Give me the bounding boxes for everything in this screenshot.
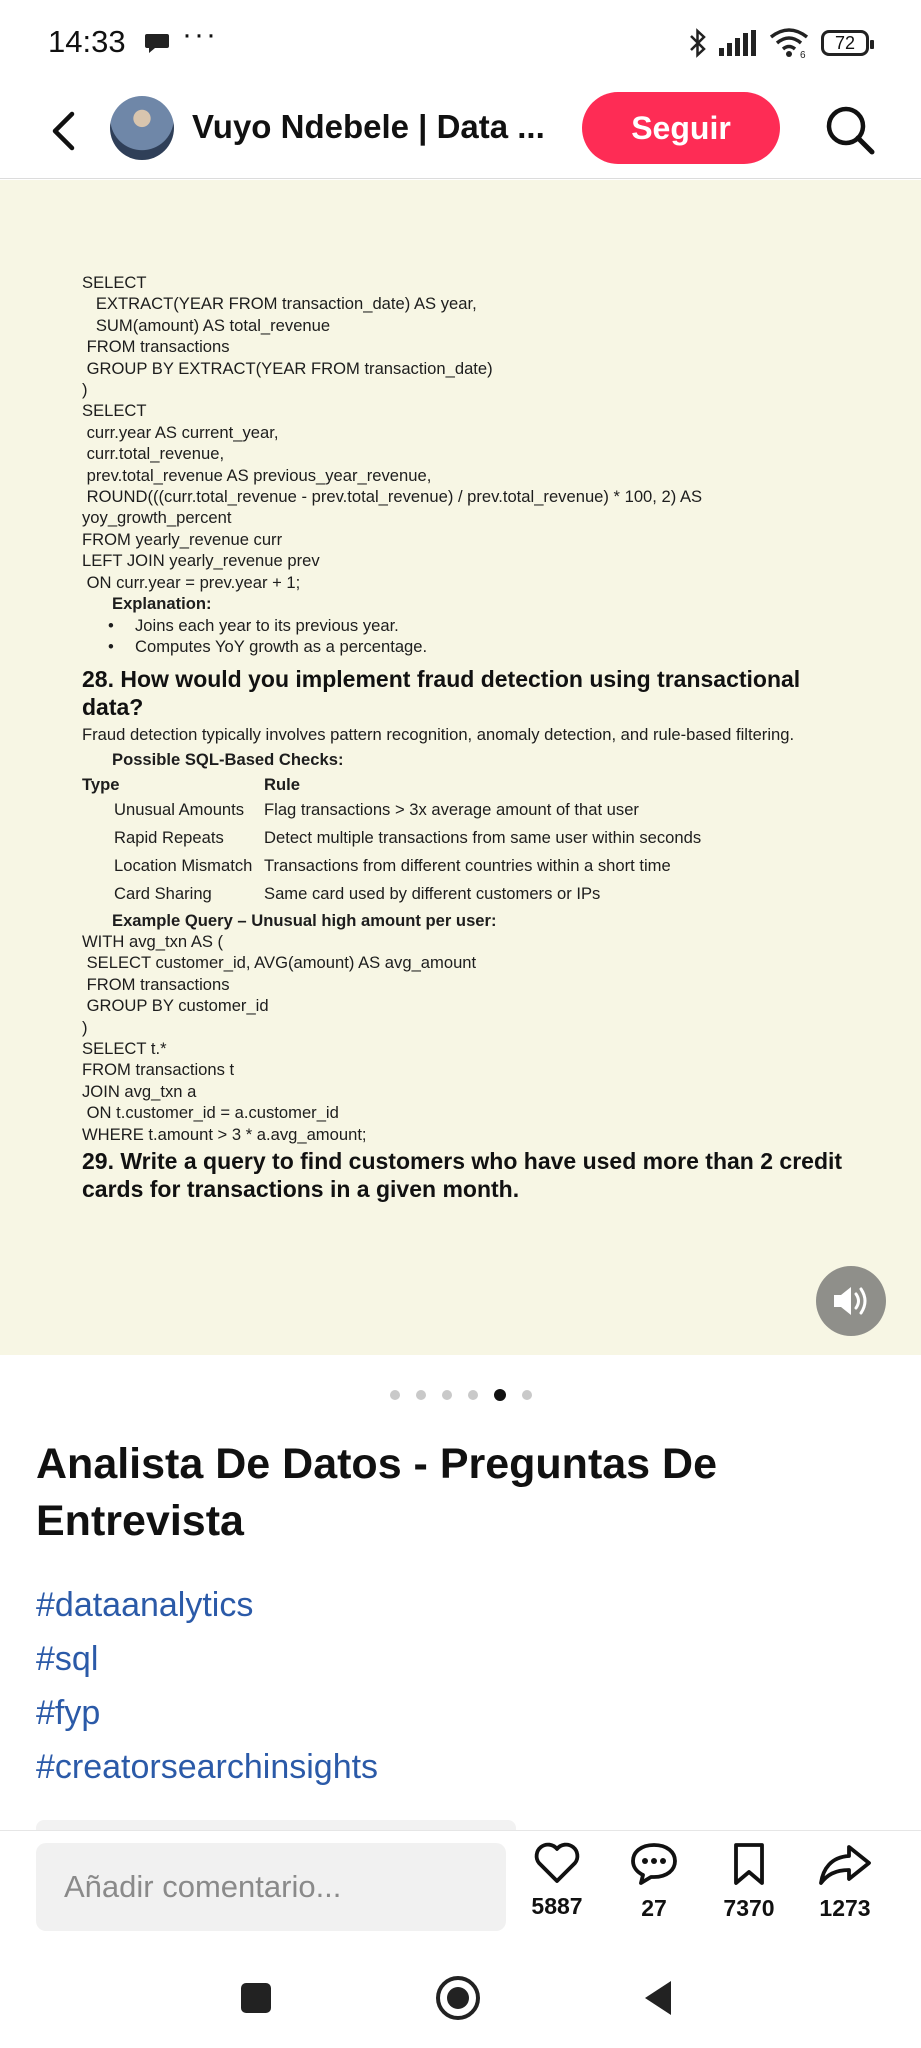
comment-button[interactable]: 27: [609, 1841, 699, 1922]
avatar[interactable]: [110, 96, 174, 160]
question-28-title: 28. How would you implement fraud detect…: [82, 666, 801, 721]
search-icon[interactable]: [822, 102, 878, 158]
back-button[interactable]: [632, 1972, 684, 2024]
hashtag-link[interactable]: #creatorsearchinsights: [36, 1740, 378, 1794]
share-arrow-icon: [819, 1845, 871, 1885]
question-29-title: 29. Write a query to find customers who …: [82, 1148, 843, 1202]
table-header: Type Rule: [82, 774, 862, 795]
recent-apps-button[interactable]: [230, 1972, 282, 2024]
back-arrow-icon[interactable]: [40, 106, 90, 156]
creator-name[interactable]: Vuyo Ndebele | Data ...: [192, 108, 545, 146]
network-type-label: 6: [800, 50, 806, 59]
row-rule: Same card used by different customers or…: [264, 883, 601, 903]
checks-label: Possible SQL-Based Checks:: [112, 749, 344, 769]
explanation-label: Explanation:: [112, 594, 212, 614]
row-type: Card Sharing: [114, 883, 212, 903]
row-type: Unusual Amounts: [114, 799, 245, 819]
example-label: Example Query – Unusual high amount per …: [112, 910, 497, 930]
pager-dot[interactable]: [521, 1390, 532, 1400]
home-button[interactable]: [432, 1972, 484, 2024]
heart-icon: [534, 1842, 580, 1883]
pager-dot[interactable]: [415, 1390, 426, 1400]
more-status-icon: ···: [182, 18, 218, 51]
action-bar: Añadir comentario... 5887 27 7370 1273: [0, 1830, 921, 1941]
question-28-intro: Fraud detection typically involves patte…: [82, 725, 795, 745]
system-navigation-bar: [0, 1950, 921, 2048]
message-icon: [145, 34, 169, 53]
row-type: Location Mismatch: [114, 855, 253, 875]
like-count: 5887: [531, 1893, 583, 1919]
comment-count: 27: [641, 1895, 667, 1921]
document-page: SELECT EXTRACT(YEAR FROM transaction_dat…: [82, 272, 862, 1206]
table-row: Card Sharing Same card used by different…: [82, 880, 862, 908]
wifi-icon: 6: [769, 28, 809, 59]
square-icon: [241, 1983, 271, 2013]
explanation-item: Computes YoY growth as a percentage.: [82, 636, 862, 658]
table-row: Rapid Repeats Detect multiple transactio…: [82, 824, 862, 852]
battery-level: 72: [834, 32, 856, 53]
follow-button[interactable]: Seguir: [582, 92, 780, 164]
speaker-icon: [834, 1287, 867, 1315]
sql-code-block-2: WITH avg_txn AS ( SELECT customer_id, AV…: [82, 931, 477, 1144]
pager-dot[interactable]: [467, 1390, 478, 1400]
table-row: Location Mismatch Transactions from diff…: [82, 852, 862, 880]
hashtag-link[interactable]: #dataanalytics: [36, 1578, 378, 1632]
post-image[interactable]: SELECT EXTRACT(YEAR FROM transaction_dat…: [0, 180, 921, 1355]
pager-dot[interactable]: [441, 1390, 452, 1400]
triangle-back-icon: [645, 1981, 671, 2015]
pager-dot[interactable]: [389, 1390, 400, 1400]
row-type: Rapid Repeats: [114, 827, 224, 847]
share-button[interactable]: 1273: [800, 1841, 890, 1922]
row-rule: Transactions from different countries wi…: [264, 855, 671, 875]
sound-button[interactable]: [816, 1266, 886, 1336]
comment-input[interactable]: Añadir comentario...: [36, 1843, 506, 1931]
battery-icon: 72: [821, 30, 874, 56]
column-header-rule: Rule: [264, 775, 300, 795]
like-button[interactable]: 5887: [512, 1841, 602, 1920]
explanation-item: Joins each year to its previous year.: [82, 615, 862, 637]
comment-bubble-icon: [631, 1843, 677, 1885]
save-button[interactable]: 7370: [704, 1841, 794, 1922]
signal-icon: [719, 30, 756, 56]
row-rule: Detect multiple transactions from same u…: [264, 827, 702, 847]
sql-code-block-1: SELECT EXTRACT(YEAR FROM transaction_dat…: [82, 273, 703, 592]
post-title: Analista De Datos - Preguntas De Entrevi…: [36, 1440, 718, 1545]
bluetooth-icon: [690, 28, 706, 58]
status-time: 14:33: [48, 24, 126, 59]
hashtag-link[interactable]: #sql: [36, 1632, 378, 1686]
circle-home-icon: [436, 1976, 480, 2020]
bookmark-icon: [734, 1843, 764, 1885]
table-row: Unusual Amounts Flag transactions > 3x a…: [82, 796, 862, 824]
header: Vuyo Ndebele | Data ... Seguir: [0, 86, 921, 179]
hashtag-link[interactable]: #fyp: [36, 1686, 378, 1740]
carousel-pager: [0, 1388, 921, 1402]
status-bar: 14:33 ··· 6 72: [0, 0, 921, 86]
column-header-type: Type: [82, 775, 120, 795]
pager-dot-active[interactable]: [493, 1389, 506, 1401]
row-rule: Flag transactions > 3x average amount of…: [264, 799, 639, 819]
save-count: 7370: [723, 1895, 775, 1921]
status-right: 6 72: [689, 26, 874, 60]
share-count: 1273: [819, 1895, 871, 1921]
hashtag-list: #dataanalytics #sql #fyp #creatorsearchi…: [36, 1578, 378, 1794]
